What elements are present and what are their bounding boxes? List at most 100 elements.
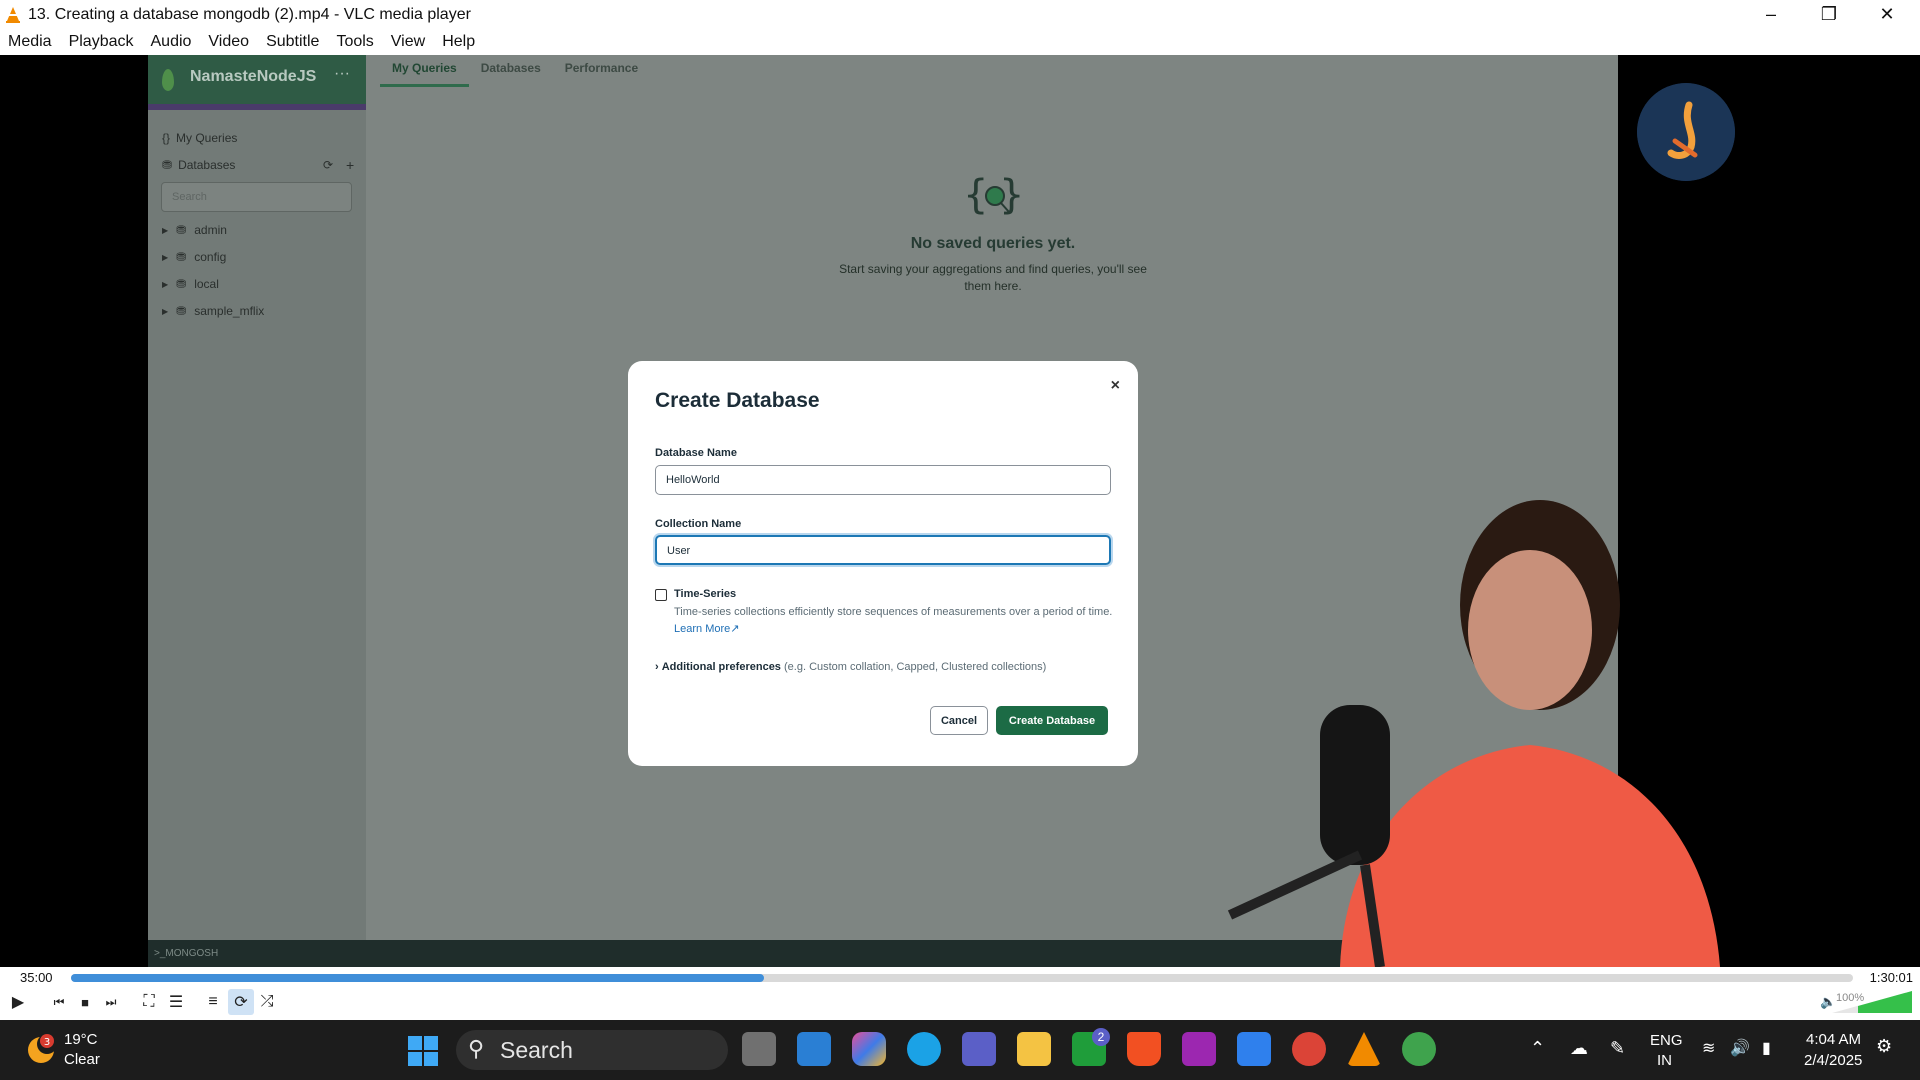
tab-databases: Databases bbox=[480, 61, 541, 75]
vlc-cone-icon bbox=[6, 6, 20, 23]
copilot-icon[interactable] bbox=[852, 1032, 886, 1066]
db-name: config bbox=[194, 250, 227, 264]
more-options-icon: ··· bbox=[334, 65, 350, 82]
db-name: sample_mflix bbox=[194, 304, 265, 318]
seek-bar[interactable] bbox=[71, 974, 1853, 982]
edge-icon[interactable] bbox=[907, 1032, 941, 1066]
menu-media[interactable]: Media bbox=[0, 33, 61, 51]
database-icon: ⛃ bbox=[176, 223, 187, 237]
notifications-icon[interactable]: ⚙ bbox=[1876, 1036, 1892, 1057]
video-frame[interactable]: NamasteNodeJS ··· {} My Queries ⛃ Databa… bbox=[0, 55, 1920, 967]
teams-icon[interactable] bbox=[962, 1032, 996, 1066]
svg-text:{: { bbox=[963, 172, 988, 218]
sidebar-item-databases: ⛃ Databases ⟳ + bbox=[162, 157, 354, 173]
menu-view[interactable]: View bbox=[383, 33, 434, 51]
db-tree-item: ▶ ⛃ config bbox=[162, 250, 226, 264]
taskbar-search[interactable]: ⚲ Search bbox=[456, 1030, 728, 1070]
clock-date[interactable]: 2/4/2025 bbox=[1804, 1052, 1862, 1069]
battery-icon[interactable]: ▮ bbox=[1762, 1038, 1771, 1058]
sidebar-header: NamasteNodeJS ··· bbox=[148, 55, 366, 110]
previous-icon[interactable]: ⏮ bbox=[46, 989, 72, 1015]
connection-name: NamasteNodeJS bbox=[190, 68, 317, 85]
close-window-button[interactable]: ✕ bbox=[1858, 0, 1916, 29]
vscode-icon[interactable] bbox=[1237, 1032, 1271, 1066]
taskbar-search-label: Search bbox=[500, 1036, 573, 1063]
collection-name-field[interactable]: User bbox=[655, 535, 1111, 565]
stop-icon[interactable]: ■ bbox=[72, 989, 98, 1015]
shuffle-icon[interactable]: ⤮ bbox=[254, 989, 280, 1015]
pen-icon[interactable]: ✎ bbox=[1610, 1038, 1625, 1059]
database-icon: ⛃ bbox=[162, 158, 173, 172]
brave-icon[interactable] bbox=[1127, 1032, 1161, 1066]
menu-video[interactable]: Video bbox=[200, 33, 258, 51]
clock-time[interactable]: 4:04 AM bbox=[1806, 1031, 1861, 1048]
chevron-right-icon: › bbox=[655, 661, 659, 673]
fullscreen-icon[interactable]: ⛶ bbox=[136, 989, 162, 1015]
chrome-icon[interactable] bbox=[1292, 1032, 1326, 1066]
menu-help[interactable]: Help bbox=[434, 33, 484, 51]
sidebar-item-label: My Queries bbox=[176, 131, 238, 145]
playlist-icon[interactable]: ≡ bbox=[200, 989, 226, 1015]
start-icon[interactable] bbox=[408, 1036, 438, 1066]
menu-audio[interactable]: Audio bbox=[143, 33, 201, 51]
external-link-icon: ↗ bbox=[730, 623, 740, 635]
time-series-checkbox[interactable] bbox=[655, 589, 667, 601]
refresh-icon: ⟳ bbox=[323, 158, 334, 172]
file-explorer-icon[interactable] bbox=[1017, 1032, 1051, 1066]
weather-icon[interactable]: 3 bbox=[25, 1032, 57, 1066]
webcam-presenter bbox=[1227, 500, 1720, 967]
weather-temperature: 19°C bbox=[64, 1031, 98, 1048]
additional-preferences-label: Additional preferences bbox=[661, 661, 781, 673]
cancel-button[interactable]: Cancel bbox=[930, 706, 988, 735]
restore-button[interactable]: ❐ bbox=[1800, 0, 1858, 29]
sidebar-item-label: Databases bbox=[178, 158, 236, 172]
tab-performance: Performance bbox=[564, 61, 639, 75]
taskbar: 3 19°C Clear ⚲ Search 2 ⌃ ☁ ✎ ENG IN ≋ 🔊… bbox=[0, 1020, 1920, 1080]
extended-settings-icon[interactable]: ☰ bbox=[163, 989, 189, 1015]
database-icon: ⛃ bbox=[176, 277, 187, 291]
database-name-field[interactable]: HelloWorld bbox=[655, 465, 1111, 495]
current-time: 35:00 bbox=[20, 970, 53, 985]
volume-slider[interactable] bbox=[1818, 991, 1912, 1013]
menu-bar: Media Playback Audio Video Subtitle Tool… bbox=[0, 29, 1920, 55]
saved-queries-empty-icon: { } bbox=[963, 172, 1023, 218]
menu-tools[interactable]: Tools bbox=[328, 33, 382, 51]
caret-right-icon: ▶ bbox=[162, 225, 169, 235]
close-icon[interactable]: × bbox=[1111, 377, 1120, 395]
notification-badge: 2 bbox=[1092, 1028, 1110, 1046]
task-view-icon[interactable] bbox=[742, 1032, 776, 1066]
mail-icon[interactable] bbox=[797, 1032, 831, 1066]
additional-preferences-toggle[interactable]: › Additional preferences (e.g. Custom co… bbox=[655, 661, 1046, 673]
vlc-icon[interactable] bbox=[1347, 1032, 1381, 1066]
create-database-modal: × Create Database Database Name HelloWor… bbox=[628, 361, 1138, 766]
learn-more-link[interactable]: Learn More bbox=[674, 623, 730, 635]
language-indicator[interactable]: ENG bbox=[1650, 1032, 1683, 1049]
player-controls: 35:00 1:30:01 ▶ ⏮ ■ ⏭ ⛶ ☰ ≡ ⟳ ⤮ 🔈 100% bbox=[0, 967, 1920, 1020]
time-series-description-text: Time-series collections efficiently stor… bbox=[674, 606, 1113, 618]
region-indicator[interactable]: IN bbox=[1657, 1052, 1672, 1069]
instagram-icon[interactable] bbox=[1182, 1032, 1216, 1066]
mongodb-compass-icon[interactable] bbox=[1402, 1032, 1436, 1066]
next-icon[interactable]: ⏭ bbox=[98, 989, 124, 1015]
chevron-up-icon[interactable]: ⌃ bbox=[1530, 1038, 1545, 1059]
wifi-icon[interactable]: ≋ bbox=[1702, 1038, 1715, 1058]
play-icon[interactable]: ▶ bbox=[5, 989, 31, 1015]
menu-subtitle[interactable]: Subtitle bbox=[258, 33, 328, 51]
title-bar: 13. Creating a database mongodb (2).mp4 … bbox=[0, 0, 1920, 29]
onedrive-icon[interactable]: ☁ bbox=[1570, 1038, 1588, 1059]
seek-progress bbox=[71, 974, 765, 982]
braces-icon: {} bbox=[162, 131, 171, 145]
volume-icon[interactable]: 🔊 bbox=[1730, 1038, 1750, 1058]
menu-playback[interactable]: Playback bbox=[61, 33, 143, 51]
total-time: 1:30:01 bbox=[1869, 970, 1913, 985]
weather-condition: Clear bbox=[64, 1051, 100, 1068]
mongosh-label: >_MONGOSH bbox=[154, 948, 219, 959]
database-icon: ⛃ bbox=[176, 304, 187, 318]
loop-icon[interactable]: ⟳ bbox=[228, 989, 254, 1015]
sidebar-item-my-queries: {} My Queries bbox=[162, 131, 237, 145]
additional-preferences-hint: (e.g. Custom collation, Capped, Clustere… bbox=[784, 661, 1047, 673]
minimize-button[interactable]: – bbox=[1742, 0, 1800, 29]
db-tree-item: ▶ ⛃ admin bbox=[162, 223, 227, 237]
time-series-description: Time-series collections efficiently stor… bbox=[674, 604, 1114, 638]
create-database-button[interactable]: Create Database bbox=[996, 706, 1108, 735]
